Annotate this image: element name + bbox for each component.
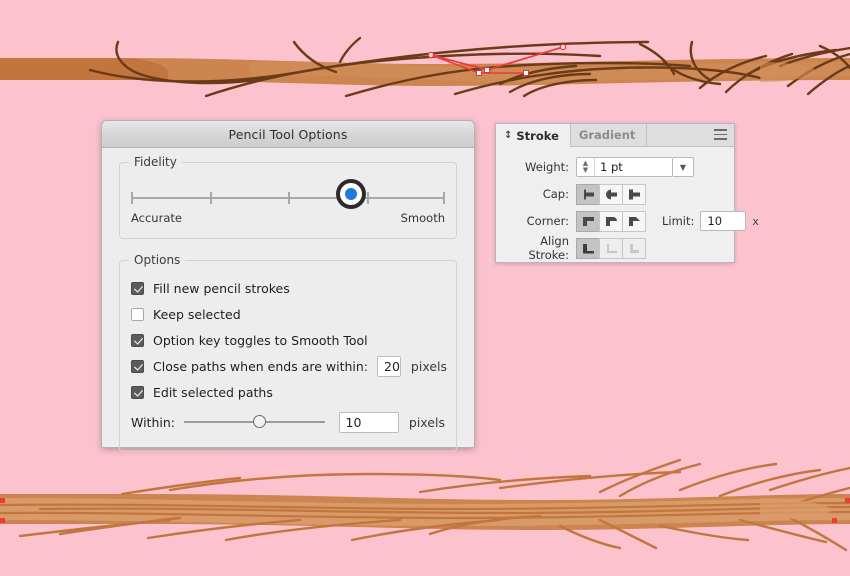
options-group: Options Fill new pencil strokes Keep sel… — [119, 253, 457, 452]
bevel-join-icon[interactable] — [622, 210, 646, 232]
within-slider[interactable] — [184, 415, 325, 429]
fidelity-legend: Fidelity — [129, 155, 182, 169]
checkbox-close-paths[interactable] — [131, 359, 144, 373]
anchor-point — [0, 498, 5, 503]
stroke-panel-tabbar: ↕ Stroke Gradient — [496, 124, 734, 147]
checkbox-fill-new-pencil-strokes[interactable] — [131, 281, 144, 295]
fidelity-slider[interactable] — [131, 179, 445, 209]
close-paths-input[interactable]: 20 — [377, 355, 401, 377]
weight-stepper[interactable]: ▲ ▼ — [577, 158, 595, 176]
align-inside-icon[interactable] — [599, 237, 623, 259]
option-label: Close paths when ends are within: — [153, 358, 369, 374]
stepper-down-icon[interactable]: ▼ — [583, 167, 588, 174]
projecting-cap-icon[interactable] — [622, 183, 646, 205]
tab-gradient[interactable]: Gradient — [570, 124, 648, 146]
option-row-within[interactable]: Within: 10 pixels — [131, 411, 445, 433]
within-slider-handle[interactable] — [252, 415, 266, 428]
dialog-body: Fidelity Accurate Smooth Options Fill ne… — [102, 148, 474, 452]
butt-cap-icon[interactable] — [576, 183, 600, 205]
within-input[interactable]: 10 — [338, 411, 399, 433]
align-outside-icon[interactable] — [622, 237, 646, 259]
tab-stroke[interactable]: ↕ Stroke — [496, 124, 571, 147]
round-join-icon[interactable] — [599, 210, 623, 232]
tab-stroke-label: Stroke — [516, 128, 559, 143]
fidelity-tick — [366, 192, 369, 204]
option-row-keep-selected[interactable]: Keep selected — [131, 303, 445, 325]
fidelity-tick — [131, 192, 133, 204]
option-row-option-key-toggles[interactable]: Option key toggles to Smooth Tool — [131, 329, 445, 351]
option-label: Option key toggles to Smooth Tool — [153, 332, 368, 348]
close-paths-unit: pixels — [410, 358, 448, 374]
anchor-point — [832, 518, 837, 523]
fidelity-slider-handle[interactable] — [335, 179, 366, 209]
fidelity-label-smooth: Smooth — [400, 211, 445, 225]
page-title: Pencil Tool Options — [228, 126, 348, 142]
limit-label: Limit: — [662, 214, 695, 228]
option-label: Keep selected — [153, 306, 241, 322]
fidelity-group: Fidelity Accurate Smooth — [119, 155, 457, 239]
cap-label: Cap: — [542, 187, 569, 201]
anchor-point — [0, 518, 5, 523]
option-row-fill-new-pencil-strokes[interactable]: Fill new pencil strokes — [131, 277, 445, 299]
align-stroke-row: Align Stroke: — [496, 234, 646, 262]
fidelity-tick — [209, 192, 212, 204]
limit-unit: x — [752, 214, 759, 228]
pencil-tool-options-dialog: Pencil Tool Options Fidelity Accurate Sm… — [101, 120, 475, 452]
fidelity-label-accurate: Accurate — [131, 211, 182, 225]
checkbox-option-key-toggles[interactable] — [131, 333, 144, 347]
align-center-icon[interactable] — [576, 237, 600, 259]
limit-input[interactable]: 10 — [700, 211, 747, 231]
option-label: Fill new pencil strokes — [153, 280, 290, 296]
options-legend: Options — [129, 253, 186, 267]
weight-row: Weight: ▲ ▼ 1 pt ▼ — [496, 156, 694, 178]
option-row-close-paths[interactable]: Close paths when ends are within: 20 pix… — [131, 355, 448, 377]
weight-input[interactable]: 1 pt — [595, 158, 672, 176]
align-stroke-label: Align Stroke: — [528, 234, 569, 262]
fidelity-tick — [443, 192, 445, 204]
stroke-panel: ↕ Stroke Gradient Weight: ▲ ▼ 1 pt ▼ Cap… — [495, 123, 759, 263]
within-label: Within: — [131, 414, 175, 430]
fidelity-tick — [288, 192, 290, 204]
chevron-down-icon[interactable]: ▼ — [673, 157, 694, 177]
within-unit: pixels — [408, 414, 445, 430]
checkbox-edit-selected-paths[interactable] — [131, 385, 144, 399]
corner-row: Corner: Limit: 10 x — [496, 210, 759, 232]
anchor-point — [845, 498, 850, 503]
updown-arrows-icon: ↕ — [504, 129, 513, 141]
weight-field[interactable]: ▲ ▼ 1 pt — [576, 157, 673, 177]
tab-gradient-label: Gradient — [578, 128, 636, 142]
weight-label: Weight: — [525, 160, 569, 174]
miter-join-icon[interactable] — [576, 210, 600, 232]
option-label: Edit selected paths — [153, 384, 273, 400]
checkbox-keep-selected[interactable] — [131, 307, 144, 321]
dialog-titlebar[interactable]: Pencil Tool Options — [102, 121, 474, 148]
corner-label: Corner: — [526, 214, 569, 228]
cap-row: Cap: — [496, 183, 646, 205]
hamburger-icon[interactable] — [714, 129, 727, 140]
round-cap-icon[interactable] — [599, 183, 623, 205]
option-row-edit-selected-paths[interactable]: Edit selected paths — [131, 381, 445, 403]
